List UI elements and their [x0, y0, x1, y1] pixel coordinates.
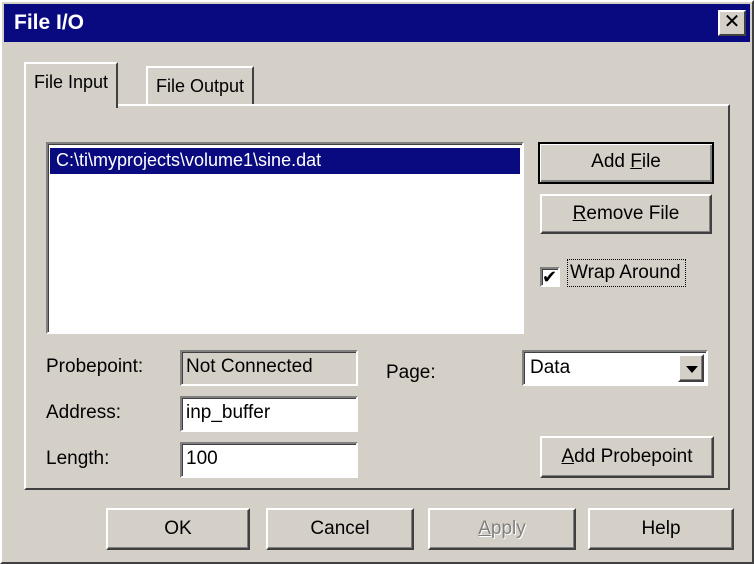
cancel-label: Cancel — [310, 518, 370, 539]
page-select-value: Data — [530, 357, 571, 378]
address-value: inp_buffer — [186, 402, 271, 423]
apply-label: Apply — [478, 518, 526, 539]
remove-file-button[interactable]: Remove File — [540, 194, 712, 234]
length-value: 100 — [186, 448, 218, 469]
cancel-button[interactable]: Cancel — [266, 508, 414, 550]
ok-button[interactable]: OK — [106, 508, 250, 550]
page-label: Page: — [386, 362, 436, 383]
tab-file-input-label: File Input — [34, 72, 109, 92]
address-label: Address: — [46, 402, 121, 423]
length-label: Length: — [46, 448, 110, 469]
dialog-title: File I/O — [14, 11, 85, 34]
page-select[interactable]: Data — [522, 350, 708, 386]
checkmark-icon: ✔ — [542, 267, 558, 287]
add-probepoint-button[interactable]: Add Probepoint — [540, 436, 714, 478]
tab-file-output[interactable]: File Output — [146, 66, 255, 106]
close-button[interactable]: ✕ — [718, 10, 746, 36]
title-bar[interactable]: File I/O ✕ — [4, 4, 750, 42]
remove-file-label: Remove File — [572, 203, 680, 224]
add-file-label: Add File — [591, 151, 661, 172]
length-field[interactable]: 100 — [180, 442, 358, 478]
probepoint-status-field: Not Connected — [180, 350, 358, 386]
probepoint-label: Probepoint: — [46, 356, 144, 377]
help-label: Help — [641, 518, 681, 539]
close-icon: ✕ — [723, 11, 741, 33]
wrap-around-checkbox[interactable]: ✔ — [540, 267, 560, 287]
ok-label: OK — [164, 518, 192, 539]
list-item[interactable]: C:\ti\myprojects\volume1\sine.dat — [50, 148, 520, 174]
wrap-around-label[interactable]: Wrap Around — [567, 259, 686, 287]
probepoint-status-value: Not Connected — [186, 356, 313, 377]
add-file-button[interactable]: Add File — [538, 142, 714, 184]
chevron-down-icon — [686, 366, 698, 373]
tab-file-input[interactable]: File Input — [24, 62, 119, 108]
tab-file-output-label: File Output — [156, 76, 245, 96]
apply-button[interactable]: Apply — [428, 508, 576, 550]
address-field[interactable]: inp_buffer — [180, 396, 358, 432]
file-list[interactable]: C:\ti\myprojects\volume1\sine.dat — [46, 142, 524, 334]
help-button[interactable]: Help — [588, 508, 734, 550]
file-io-dialog: File I/O ✕ File Input File Output C:\ti\… — [0, 0, 754, 564]
page-dropdown-button[interactable] — [678, 354, 704, 382]
add-probepoint-label: Add Probepoint — [561, 446, 693, 467]
